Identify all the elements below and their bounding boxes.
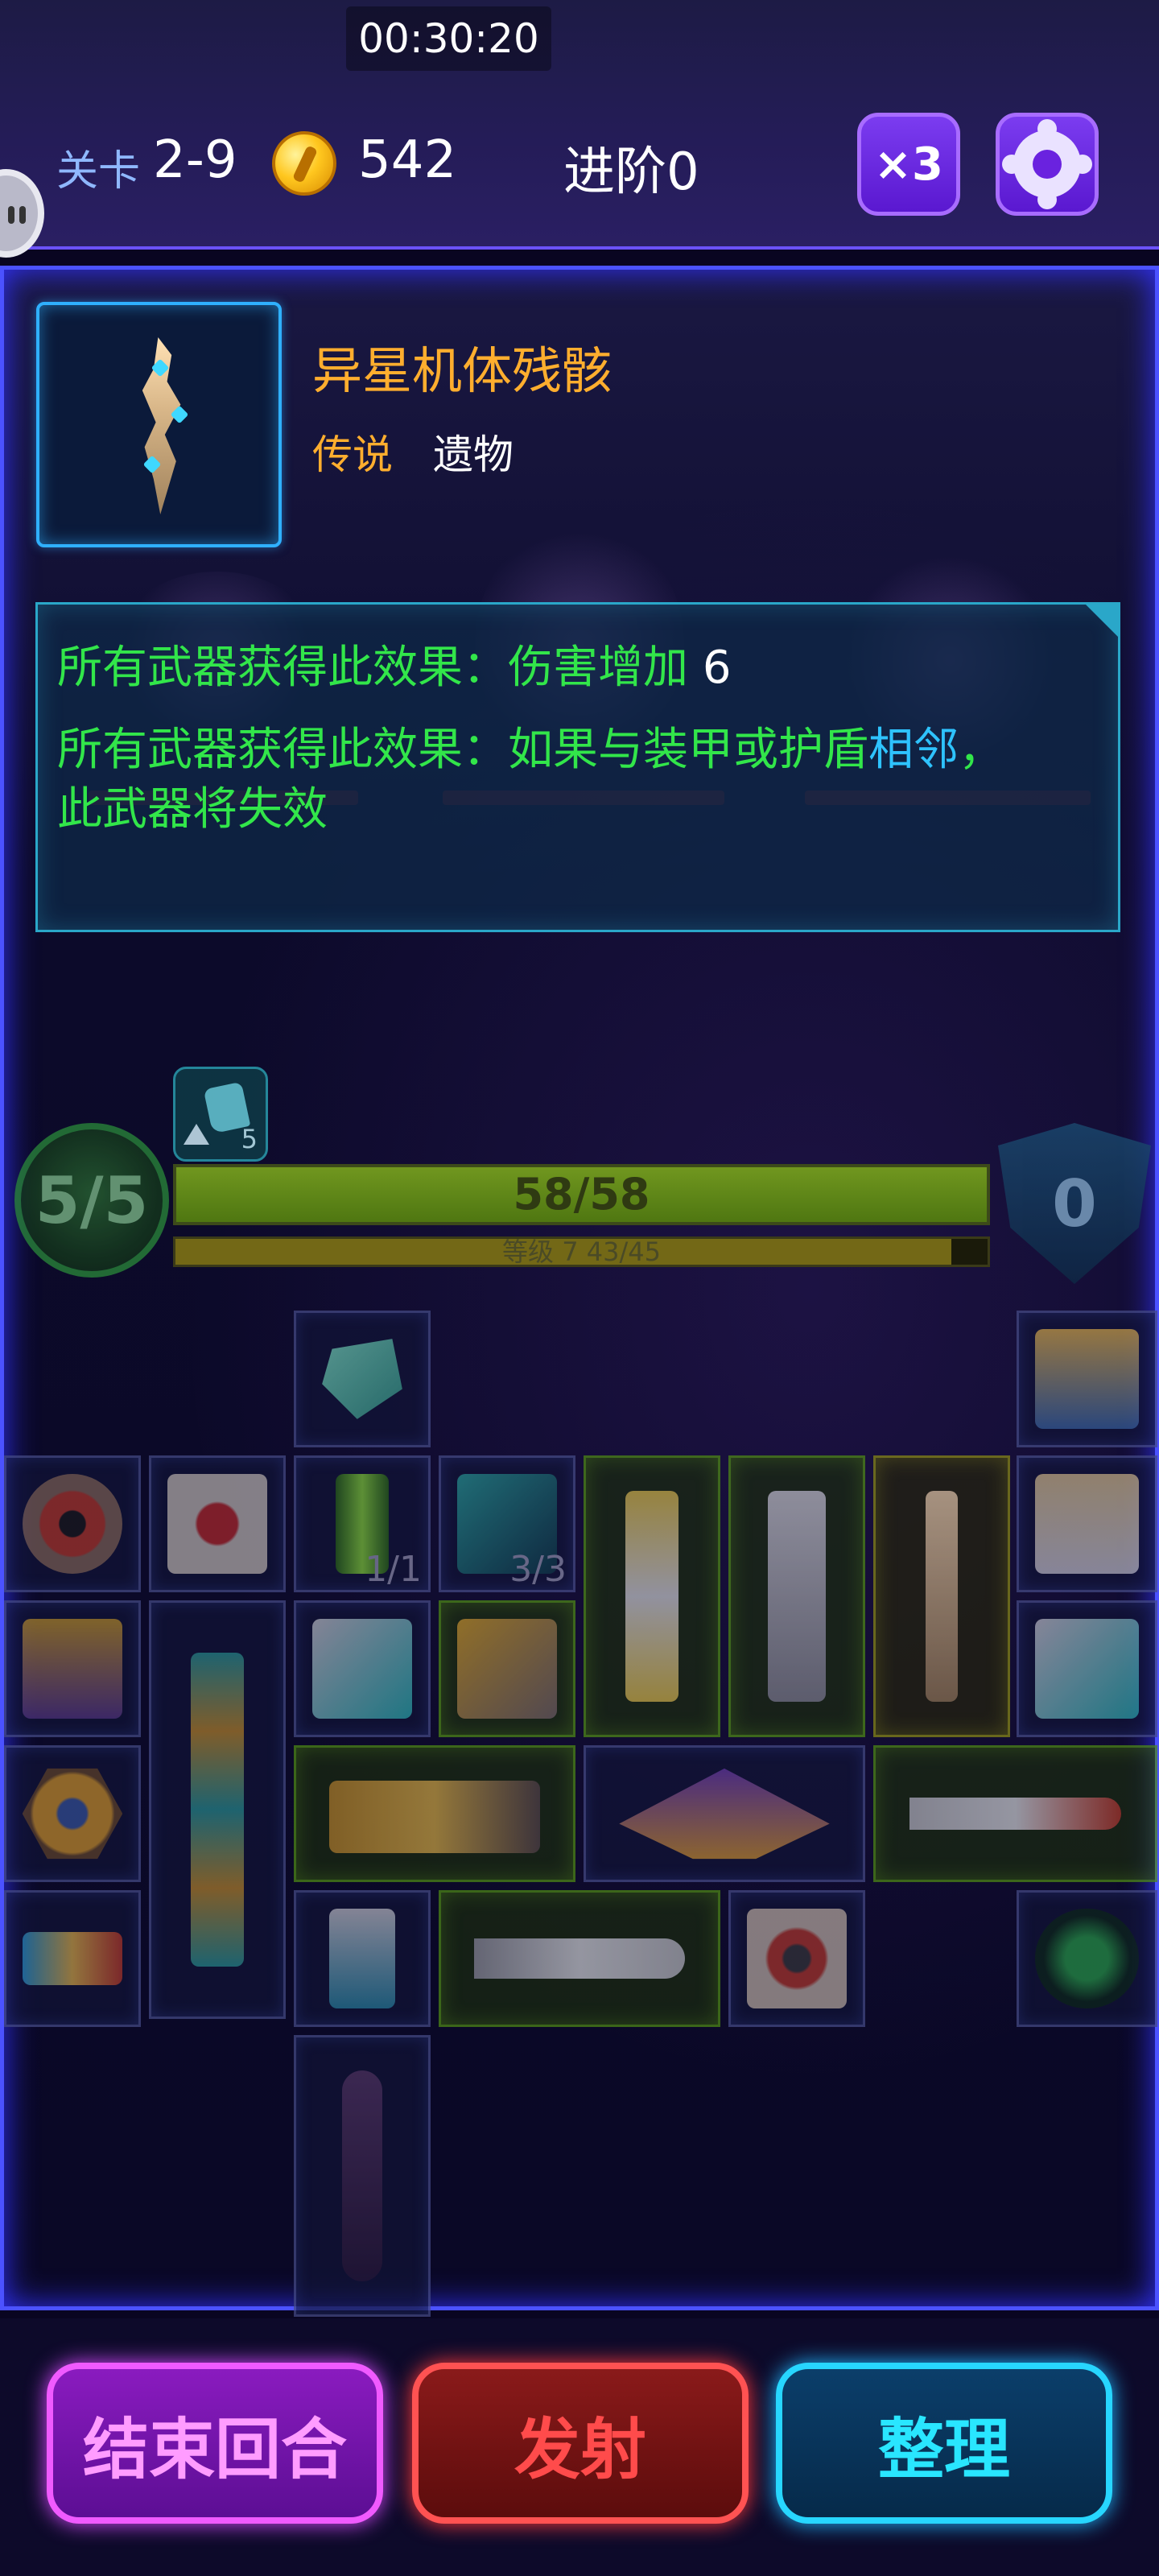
coin-icon <box>272 131 336 196</box>
inventory-slot[interactable] <box>439 1890 720 2027</box>
coupler-item-icon <box>1035 1618 1139 1719</box>
effect-keyword[interactable]: 相邻 <box>868 724 959 776</box>
effect-value: 6 <box>702 642 732 694</box>
armor-item-icon <box>167 1473 268 1575</box>
effect-text: 所有武器获得此效果：如果与装甲或护盾 <box>57 724 868 776</box>
item-name: 异星机体残骸 <box>312 341 612 400</box>
effect-text: 所有武器获得此效果：伤害增加 <box>57 642 688 694</box>
reactor-item-icon <box>746 1908 848 2009</box>
level-value: 2-9 <box>153 130 237 190</box>
inventory-slot[interactable] <box>439 1600 575 1737</box>
top-hud: 00:30:20 关卡 2-9 542 进阶0 ×3 <box>0 0 1159 258</box>
inventory-slot[interactable]: 1/1 <box>294 1455 431 1592</box>
fire-button[interactable]: 发射 <box>412 2363 749 2524</box>
xp-bar: 等级 7 43/45 <box>173 1236 990 1267</box>
item-type: 遗物 <box>433 431 514 478</box>
effect-description-panel: 所有武器获得此效果：伤害增加 6 所有武器获得此效果：如果与装甲或护盾相邻， 此… <box>35 602 1120 932</box>
inventory-slot[interactable] <box>294 1311 431 1447</box>
end-turn-button[interactable]: 结束回合 <box>47 2363 383 2524</box>
thruster-item-icon <box>22 1932 123 1985</box>
gear-icon <box>1013 130 1081 198</box>
inventory-slot[interactable] <box>294 1745 575 1882</box>
fighter-ship-icon <box>619 1768 830 1860</box>
engine-item-icon <box>1035 1473 1139 1575</box>
rocket-icon <box>474 1938 685 1979</box>
sort-button[interactable]: 整理 <box>776 2363 1112 2524</box>
turret-item-icon <box>329 1908 395 2009</box>
inventory-slot[interactable] <box>294 2035 431 2317</box>
inventory-slot[interactable] <box>873 1745 1157 1882</box>
inventory-slot[interactable] <box>294 1890 431 2027</box>
coin-count: 542 <box>358 130 457 190</box>
game-timer: 00:30:20 <box>346 6 551 71</box>
laser-cannon-icon <box>625 1491 678 1702</box>
arm-segment-icon <box>456 1618 558 1719</box>
gear-item-icon <box>22 1473 123 1575</box>
item-rarity: 传说 <box>312 431 393 478</box>
inventory-slot[interactable] <box>1017 1600 1157 1737</box>
effect-text: ， <box>959 724 1004 776</box>
inventory-slot[interactable] <box>4 1745 141 1882</box>
inventory-slot[interactable] <box>149 1455 286 1592</box>
inventory-slot[interactable] <box>728 1890 865 2027</box>
arrow-up-icon <box>184 1124 209 1145</box>
speed-button[interactable]: ×3 <box>857 113 960 216</box>
hp-text: 58/58 <box>513 1169 650 1220</box>
effect-line-3: 此武器将失效 <box>57 780 328 840</box>
inventory-slot[interactable] <box>1017 1455 1157 1592</box>
inventory-slot[interactable] <box>873 1455 1010 1737</box>
coupler-item-icon <box>311 1618 413 1719</box>
level-label: 关卡 <box>56 147 141 196</box>
clover-icon <box>1035 1908 1139 2009</box>
inventory-slot[interactable] <box>4 1600 141 1737</box>
power-count: 5 <box>241 1124 258 1154</box>
stack-count: 3/3 <box>509 1549 567 1590</box>
effect-line-1: 所有武器获得此效果：伤害增加 6 <box>57 638 731 698</box>
inventory-slot[interactable] <box>1017 1311 1157 1447</box>
effect-line-2: 所有武器获得此效果：如果与装甲或护盾相邻， <box>57 720 1004 780</box>
missile-icon <box>909 1798 1122 1830</box>
inventory-slot[interactable] <box>149 1600 286 2019</box>
side-menu-handle[interactable] <box>0 169 44 258</box>
hex-core-icon <box>22 1768 123 1860</box>
long-cannon-icon <box>191 1652 244 1967</box>
level-text: 等级 7 43/45 <box>502 1236 661 1267</box>
inventory-grid: 1/1 3/3 <box>0 1304 1159 2317</box>
crystal-item-icon <box>322 1339 402 1419</box>
stack-count: 1/1 <box>365 1549 422 1590</box>
inventory-slot[interactable] <box>584 1455 720 1737</box>
inventory-slot[interactable] <box>584 1745 865 1882</box>
inventory-slot[interactable] <box>4 1890 141 2027</box>
relic-item-icon <box>926 1491 958 1702</box>
weapon-item-icon <box>1035 1328 1139 1430</box>
inventory-slot[interactable] <box>294 1600 431 1737</box>
item-icon-frame <box>36 302 282 547</box>
effect-text: 此武器将失效 <box>57 783 328 836</box>
drone-item-icon <box>22 1618 123 1719</box>
lives-counter: 5/5 <box>14 1123 169 1278</box>
inventory-slot[interactable] <box>1017 1890 1157 2027</box>
power-badge[interactable]: 5 <box>173 1067 268 1162</box>
inventory-slot[interactable] <box>728 1455 865 1737</box>
tentacle-item-icon <box>342 2070 382 2281</box>
advance-level: 进阶0 <box>563 142 699 202</box>
hp-bar: 58/58 <box>173 1164 990 1225</box>
inventory-slot[interactable] <box>4 1455 141 1592</box>
mech-arm-icon <box>329 1781 540 1854</box>
railgun-icon <box>767 1491 827 1702</box>
inventory-slot[interactable]: 3/3 <box>439 1455 575 1592</box>
settings-button[interactable] <box>996 113 1099 216</box>
